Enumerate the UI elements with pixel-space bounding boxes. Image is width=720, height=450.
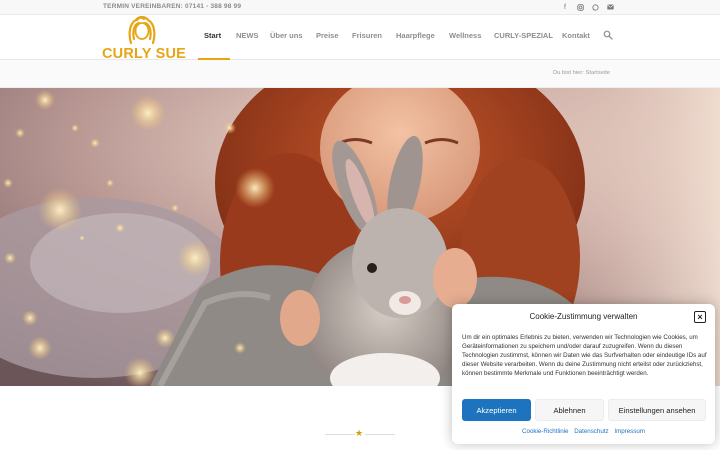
facebook-icon[interactable]: f <box>559 1 571 13</box>
nav-frisuren[interactable]: Frisuren <box>352 31 382 40</box>
imprint-link[interactable]: Impressum <box>614 428 645 435</box>
cookie-links: Cookie-Richtlinie Datenschutz Impressum <box>452 428 715 435</box>
whatsapp-icon[interactable] <box>589 1 601 13</box>
close-icon[interactable]: × <box>694 311 706 323</box>
nav-news[interactable]: NEWS <box>236 31 259 40</box>
cookie-dialog-text: Um dir ein optimales Erlebnis zu bieten,… <box>462 334 707 378</box>
cookie-dialog-title: Cookie-Zustimmung verwalten <box>529 312 638 321</box>
nav-preise[interactable]: Preise <box>316 31 339 40</box>
curly-sue-logo-icon[interactable] <box>126 15 158 45</box>
accept-button[interactable]: Akzeptieren <box>462 399 531 421</box>
nav-haarpflege[interactable]: Haarpflege <box>396 31 435 40</box>
phone-text: TERMIN VEREINBAREN: 07141 - 388 98 99 <box>103 3 242 10</box>
cookie-policy-link[interactable]: Cookie-Richtlinie <box>522 428 568 435</box>
divider-line-right <box>365 434 395 435</box>
cookie-consent-dialog: Cookie-Zustimmung verwalten × Um dir ein… <box>452 304 715 444</box>
nav-ueber-uns[interactable]: Über uns <box>270 31 303 40</box>
star-icon: ★ <box>355 428 364 438</box>
search-icon[interactable] <box>603 30 613 40</box>
instagram-icon[interactable] <box>574 1 586 13</box>
nav-curly-spezial[interactable]: CURLY-SPEZIAL <box>494 31 553 40</box>
privacy-link[interactable]: Datenschutz <box>574 428 608 435</box>
nav-wellness[interactable]: Wellness <box>449 31 481 40</box>
breadcrumb[interactable]: Du bist hier: Startseite <box>553 70 610 76</box>
mail-icon[interactable] <box>604 1 616 13</box>
view-settings-button[interactable]: Einstellungen ansehen <box>608 399 706 421</box>
deny-button[interactable]: Ablehnen <box>535 399 604 421</box>
divider-line-left <box>325 434 355 435</box>
top-bar: TERMIN VEREINBAREN: 07141 - 388 98 99 f <box>0 0 720 15</box>
nav-start[interactable]: Start <box>204 31 221 40</box>
site-header: CURLY SUE Start NEWS Über uns Preise Fri… <box>0 15 720 62</box>
breadcrumb-bar: Du bist hier: Startseite <box>0 60 720 88</box>
nav-kontakt[interactable]: Kontakt <box>562 31 590 40</box>
